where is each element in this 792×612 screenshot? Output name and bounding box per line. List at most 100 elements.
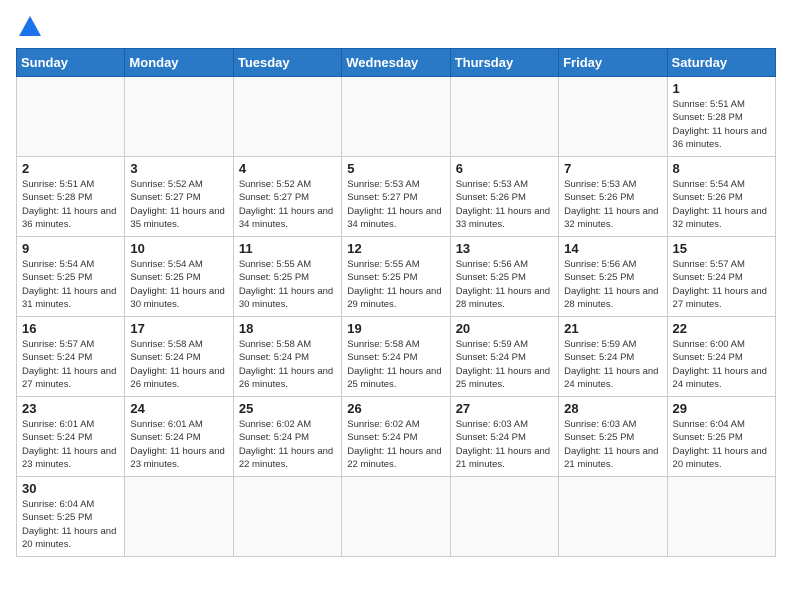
day-number: 20 <box>456 321 553 336</box>
week-row-4: 23 Sunrise: 6:01 AM Sunset: 5:24 PM Dayli… <box>17 397 776 477</box>
header-monday: Monday <box>125 49 233 77</box>
day-info: Sunrise: 5:55 AM Sunset: 5:25 PM Dayligh… <box>347 258 444 311</box>
day-info: Sunrise: 6:04 AM Sunset: 5:25 PM Dayligh… <box>673 418 770 471</box>
day-number: 7 <box>564 161 661 176</box>
week-row-2: 9 Sunrise: 5:54 AM Sunset: 5:25 PM Daylig… <box>17 237 776 317</box>
day-info: Sunrise: 5:55 AM Sunset: 5:25 PM Dayligh… <box>239 258 336 311</box>
day-cell: 14 Sunrise: 5:56 AM Sunset: 5:25 PM Dayli… <box>559 237 667 317</box>
day-info: Sunrise: 5:58 AM Sunset: 5:24 PM Dayligh… <box>347 338 444 391</box>
day-info: Sunrise: 6:00 AM Sunset: 5:24 PM Dayligh… <box>673 338 770 391</box>
day-number: 28 <box>564 401 661 416</box>
day-cell: 18 Sunrise: 5:58 AM Sunset: 5:24 PM Dayli… <box>233 317 341 397</box>
day-cell <box>559 77 667 157</box>
day-number: 8 <box>673 161 770 176</box>
day-number: 22 <box>673 321 770 336</box>
day-info: Sunrise: 5:59 AM Sunset: 5:24 PM Dayligh… <box>564 338 661 391</box>
day-number: 18 <box>239 321 336 336</box>
day-cell <box>342 77 450 157</box>
header-thursday: Thursday <box>450 49 558 77</box>
day-info: Sunrise: 5:51 AM Sunset: 5:28 PM Dayligh… <box>673 98 770 151</box>
day-cell: 5 Sunrise: 5:53 AM Sunset: 5:27 PM Daylig… <box>342 157 450 237</box>
day-cell: 28 Sunrise: 6:03 AM Sunset: 5:25 PM Dayli… <box>559 397 667 477</box>
day-cell: 12 Sunrise: 5:55 AM Sunset: 5:25 PM Dayli… <box>342 237 450 317</box>
header-tuesday: Tuesday <box>233 49 341 77</box>
day-info: Sunrise: 5:56 AM Sunset: 5:25 PM Dayligh… <box>564 258 661 311</box>
logo-icon <box>19 16 41 36</box>
week-row-3: 16Sunrise: 5:57 AM Sunset: 5:24 PM Dayli… <box>17 317 776 397</box>
day-cell: 24Sunrise: 6:01 AM Sunset: 5:24 PM Dayli… <box>125 397 233 477</box>
day-info: Sunrise: 5:56 AM Sunset: 5:25 PM Dayligh… <box>456 258 553 311</box>
day-cell: 11 Sunrise: 5:55 AM Sunset: 5:25 PM Dayli… <box>233 237 341 317</box>
day-number: 27 <box>456 401 553 416</box>
day-info: Sunrise: 6:04 AM Sunset: 5:25 PM Dayligh… <box>22 498 119 551</box>
header-saturday: Saturday <box>667 49 775 77</box>
day-info: Sunrise: 5:57 AM Sunset: 5:24 PM Dayligh… <box>673 258 770 311</box>
day-cell: 26 Sunrise: 6:02 AM Sunset: 5:24 PM Dayli… <box>342 397 450 477</box>
day-cell: 22 Sunrise: 6:00 AM Sunset: 5:24 PM Dayli… <box>667 317 775 397</box>
day-number: 17 <box>130 321 227 336</box>
day-info: Sunrise: 6:02 AM Sunset: 5:24 PM Dayligh… <box>239 418 336 471</box>
day-info: Sunrise: 5:54 AM Sunset: 5:26 PM Dayligh… <box>673 178 770 231</box>
day-number: 3 <box>130 161 227 176</box>
day-number: 4 <box>239 161 336 176</box>
day-info: Sunrise: 5:57 AM Sunset: 5:24 PM Dayligh… <box>22 338 119 391</box>
day-cell: 20 Sunrise: 5:59 AM Sunset: 5:24 PM Dayli… <box>450 317 558 397</box>
calendar-table: SundayMondayTuesdayWednesdayThursdayFrid… <box>16 48 776 557</box>
day-cell <box>233 477 341 557</box>
header-row: SundayMondayTuesdayWednesdayThursdayFrid… <box>17 49 776 77</box>
day-number: 12 <box>347 241 444 256</box>
week-row-5: 30Sunrise: 6:04 AM Sunset: 5:25 PM Dayli… <box>17 477 776 557</box>
day-cell: 19 Sunrise: 5:58 AM Sunset: 5:24 PM Dayli… <box>342 317 450 397</box>
day-cell: 23 Sunrise: 6:01 AM Sunset: 5:24 PM Dayli… <box>17 397 125 477</box>
day-number: 23 <box>22 401 119 416</box>
day-cell: 1 Sunrise: 5:51 AM Sunset: 5:28 PM Daylig… <box>667 77 775 157</box>
day-info: Sunrise: 5:54 AM Sunset: 5:25 PM Dayligh… <box>22 258 119 311</box>
day-number: 19 <box>347 321 444 336</box>
week-row-0: 1 Sunrise: 5:51 AM Sunset: 5:28 PM Daylig… <box>17 77 776 157</box>
day-info: Sunrise: 6:03 AM Sunset: 5:25 PM Dayligh… <box>564 418 661 471</box>
header-sunday: Sunday <box>17 49 125 77</box>
day-number: 14 <box>564 241 661 256</box>
day-cell: 2Sunrise: 5:51 AM Sunset: 5:28 PM Daylig… <box>17 157 125 237</box>
day-cell: 25 Sunrise: 6:02 AM Sunset: 5:24 PM Dayli… <box>233 397 341 477</box>
day-cell: 13 Sunrise: 5:56 AM Sunset: 5:25 PM Dayli… <box>450 237 558 317</box>
header-wednesday: Wednesday <box>342 49 450 77</box>
day-number: 15 <box>673 241 770 256</box>
day-info: Sunrise: 6:02 AM Sunset: 5:24 PM Dayligh… <box>347 418 444 471</box>
day-cell: 3 Sunrise: 5:52 AM Sunset: 5:27 PM Daylig… <box>125 157 233 237</box>
day-cell <box>667 477 775 557</box>
day-cell <box>342 477 450 557</box>
day-cell: 7 Sunrise: 5:53 AM Sunset: 5:26 PM Daylig… <box>559 157 667 237</box>
day-info: Sunrise: 5:52 AM Sunset: 5:27 PM Dayligh… <box>130 178 227 231</box>
day-number: 24 <box>130 401 227 416</box>
day-number: 21 <box>564 321 661 336</box>
day-number: 9 <box>22 241 119 256</box>
day-cell <box>233 77 341 157</box>
day-cell: 15 Sunrise: 5:57 AM Sunset: 5:24 PM Dayli… <box>667 237 775 317</box>
day-cell: 8 Sunrise: 5:54 AM Sunset: 5:26 PM Daylig… <box>667 157 775 237</box>
day-number: 11 <box>239 241 336 256</box>
week-row-1: 2Sunrise: 5:51 AM Sunset: 5:28 PM Daylig… <box>17 157 776 237</box>
day-cell <box>17 77 125 157</box>
day-info: Sunrise: 5:59 AM Sunset: 5:24 PM Dayligh… <box>456 338 553 391</box>
day-info: Sunrise: 5:51 AM Sunset: 5:28 PM Dayligh… <box>22 178 119 231</box>
day-number: 13 <box>456 241 553 256</box>
day-number: 25 <box>239 401 336 416</box>
day-number: 1 <box>673 81 770 96</box>
day-info: Sunrise: 5:58 AM Sunset: 5:24 PM Dayligh… <box>239 338 336 391</box>
day-cell: 29 Sunrise: 6:04 AM Sunset: 5:25 PM Dayli… <box>667 397 775 477</box>
logo <box>16 16 41 36</box>
day-cell: 16Sunrise: 5:57 AM Sunset: 5:24 PM Dayli… <box>17 317 125 397</box>
day-number: 26 <box>347 401 444 416</box>
day-cell: 17 Sunrise: 5:58 AM Sunset: 5:24 PM Dayli… <box>125 317 233 397</box>
day-cell <box>450 77 558 157</box>
day-cell: 10Sunrise: 5:54 AM Sunset: 5:25 PM Dayli… <box>125 237 233 317</box>
day-info: Sunrise: 6:01 AM Sunset: 5:24 PM Dayligh… <box>22 418 119 471</box>
day-info: Sunrise: 6:03 AM Sunset: 5:24 PM Dayligh… <box>456 418 553 471</box>
day-info: Sunrise: 5:53 AM Sunset: 5:26 PM Dayligh… <box>564 178 661 231</box>
day-info: Sunrise: 5:58 AM Sunset: 5:24 PM Dayligh… <box>130 338 227 391</box>
day-cell: 6Sunrise: 5:53 AM Sunset: 5:26 PM Daylig… <box>450 157 558 237</box>
day-number: 5 <box>347 161 444 176</box>
day-info: Sunrise: 5:53 AM Sunset: 5:27 PM Dayligh… <box>347 178 444 231</box>
day-number: 29 <box>673 401 770 416</box>
